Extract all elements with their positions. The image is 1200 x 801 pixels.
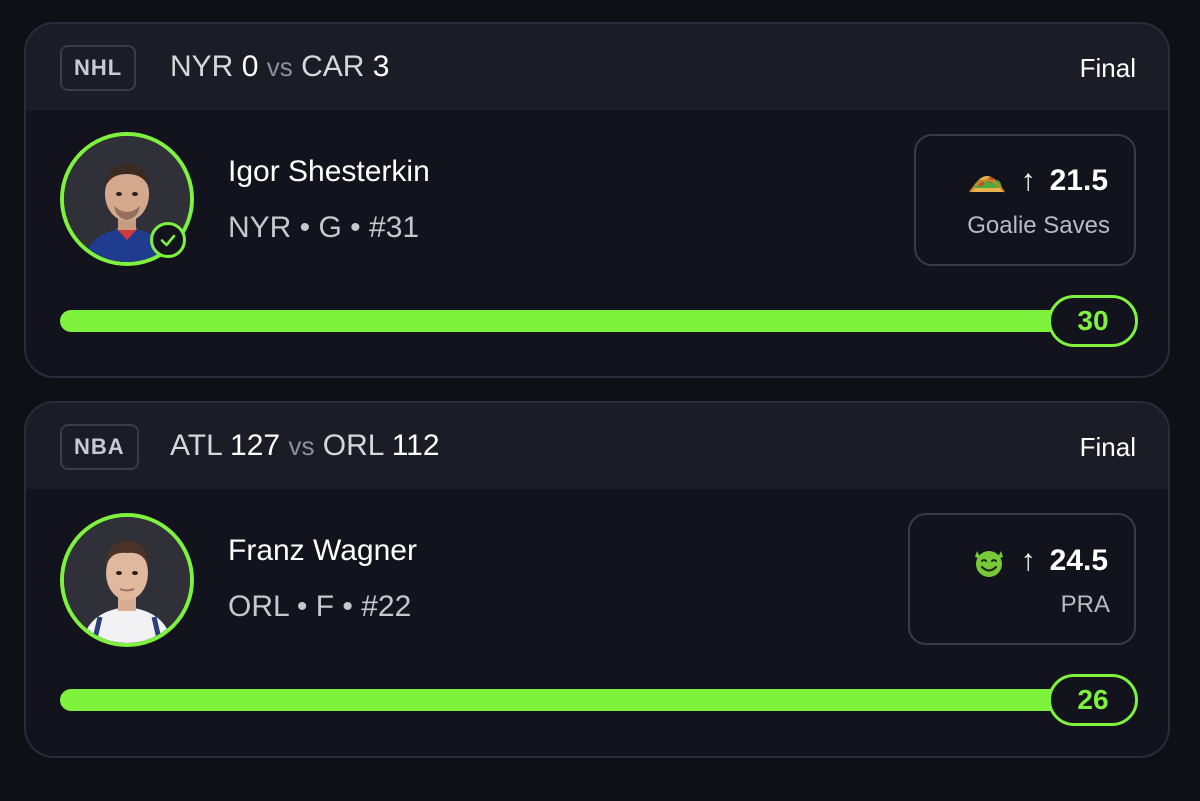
prop-line-row: ↑ 21.5: [967, 164, 1108, 198]
home-score: 112: [391, 429, 440, 462]
game-matchup: ATL 127 vs ORL 112: [170, 425, 440, 467]
game-status: Final: [1079, 53, 1136, 83]
progress-bar: [60, 689, 1100, 711]
away-team: ATL: [170, 429, 222, 462]
over-arrow-icon: ↑: [1020, 544, 1036, 577]
game-header: NBA ATL 127 vs ORL 112 Final: [26, 403, 1168, 489]
away-score: 127: [230, 429, 281, 462]
prop-stat-label: PRA: [1060, 591, 1110, 618]
player-meta: NYR • G • #31: [228, 211, 420, 244]
prop-line-row: ↑ 24.5: [971, 543, 1108, 579]
league-badge: NBA: [60, 424, 139, 470]
vs-label: vs: [288, 431, 315, 461]
prop-box[interactable]: ↑ 21.5 Goalie Saves: [914, 134, 1136, 266]
game-status: Final: [1079, 432, 1136, 462]
progress-fill: [60, 310, 1100, 332]
result-value-pill: 30: [1048, 295, 1138, 347]
green-devil-face-icon: [974, 551, 1003, 577]
pick-card-wagner[interactable]: NBA ATL 127 vs ORL 112 Final Franz Wagne…: [24, 401, 1170, 758]
player-headshot: [64, 517, 190, 643]
league-badge: NHL: [60, 45, 137, 91]
taco-icon: [968, 176, 1005, 193]
prop-stat-label: Goalie Saves: [967, 212, 1110, 239]
verified-check-icon: [150, 222, 186, 258]
prop-line: 21.5: [1049, 164, 1108, 197]
result-value-pill: 26: [1048, 674, 1138, 726]
progress-fill: [60, 689, 1100, 711]
avatar[interactable]: [60, 513, 194, 647]
away-team: NYR: [170, 50, 234, 83]
pick-card-shesterkin[interactable]: NHL NYR 0 vs CAR 3 Final Igor Shesterkin…: [24, 22, 1170, 378]
away-score: 0: [241, 50, 259, 83]
home-team: ORL: [322, 429, 384, 462]
over-arrow-icon: ↑: [1020, 164, 1036, 197]
game-header: NHL NYR 0 vs CAR 3 Final: [26, 24, 1168, 110]
player-meta: ORL • F • #22: [228, 590, 412, 623]
home-score: 3: [372, 50, 390, 83]
game-matchup: NYR 0 vs CAR 3: [170, 46, 389, 88]
prop-line: 24.5: [1049, 544, 1108, 577]
prop-box[interactable]: ↑ 24.5 PRA: [908, 513, 1136, 645]
player-name[interactable]: Igor Shesterkin: [228, 152, 430, 192]
player-name[interactable]: Franz Wagner: [228, 531, 417, 571]
vs-label: vs: [266, 52, 293, 82]
home-team: CAR: [301, 50, 365, 83]
progress-bar: [60, 310, 1100, 332]
